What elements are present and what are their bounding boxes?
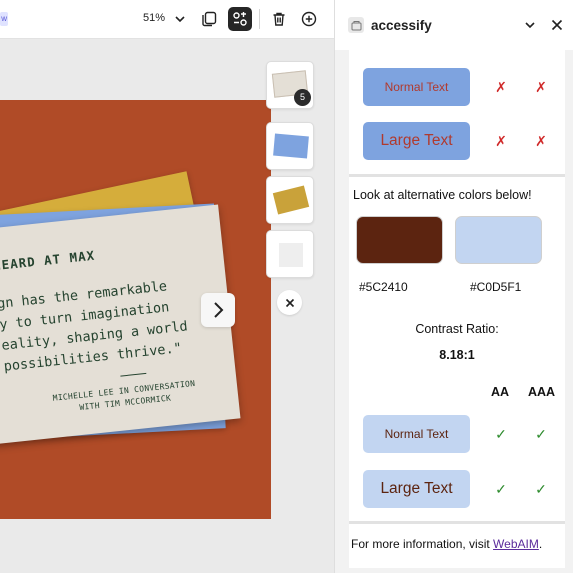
aaa-fail-mark: ✗ xyxy=(535,133,547,149)
page-thumbnail-blank[interactable] xyxy=(266,230,314,278)
app-chip[interactable]: w xyxy=(0,12,8,26)
aaa-pass-mark: ✓ xyxy=(535,481,547,497)
footer-text: For more information, visit xyxy=(351,537,494,551)
card-heading[interactable]: HEARD AT MAX xyxy=(0,248,96,274)
collapse-chevron-icon[interactable] xyxy=(523,18,537,32)
page-thumbnail-current[interactable]: 5 xyxy=(266,61,314,109)
section-divider xyxy=(349,174,565,177)
card-divider xyxy=(120,372,147,377)
aaa-pass-mark: ✓ xyxy=(535,426,547,442)
contrast-ratio-label: Contrast Ratio: xyxy=(415,322,499,336)
close-icon xyxy=(285,298,294,307)
current-normal-text-sample: Normal Text xyxy=(363,68,470,106)
swatch-hex-light: #C0D5F1 xyxy=(470,280,522,294)
page-count-badge: 5 xyxy=(294,89,311,106)
duplicate-page-icon[interactable] xyxy=(197,7,221,31)
aa-fail-mark: ✗ xyxy=(495,79,507,95)
accessify-panel: accessify Normal Text ✗ ✗ Large Text ✗ ✗… xyxy=(334,0,573,573)
card-attribution[interactable]: MICHELLE LEE IN CONVERSATION WITH TIM MC… xyxy=(19,374,230,420)
trash-icon[interactable] xyxy=(267,7,291,31)
webaim-link[interactable]: WebAIM xyxy=(493,537,539,551)
aa-pass-mark: ✓ xyxy=(495,426,507,442)
zoom-level[interactable]: 51% xyxy=(143,12,165,24)
panel-header: accessify xyxy=(335,0,573,50)
arrange-icon[interactable] xyxy=(228,7,252,31)
footer-info: For more information, visit WebAIM. xyxy=(351,537,542,551)
top-toolbar: w 51% xyxy=(0,0,334,39)
page-thumbnail-yellow[interactable] xyxy=(266,176,314,224)
toolbar-divider xyxy=(259,9,260,29)
alt-normal-text-sample: Normal Text xyxy=(363,415,470,453)
section-divider xyxy=(349,521,565,524)
color-swatch-dark[interactable] xyxy=(356,216,443,264)
panel-title: accessify xyxy=(371,18,432,33)
thumbnail-blank-preview xyxy=(279,243,303,267)
swatch-hex-dark: #5C2410 xyxy=(359,280,408,294)
aa-column-header: AA xyxy=(491,385,510,399)
contrast-ratio-value: 8.18:1 xyxy=(439,348,475,362)
page-thumbnail-blue[interactable] xyxy=(266,122,314,170)
aa-pass-mark: ✓ xyxy=(495,481,507,497)
aaa-column-header: AAA xyxy=(528,385,556,399)
thumbnail-blue-preview xyxy=(273,133,309,159)
close-thumbnails-button[interactable] xyxy=(277,290,302,315)
zoom-chevron-down-icon[interactable] xyxy=(173,10,187,28)
color-swatch-light[interactable] xyxy=(455,216,542,264)
aa-fail-mark: ✗ xyxy=(495,133,507,149)
next-page-button[interactable] xyxy=(201,293,235,327)
alt-large-text-sample: Large Text xyxy=(363,470,470,508)
app-window: w 51% HEARD AT MAX gn has the remarkable… xyxy=(0,0,573,573)
current-large-text-sample: Large Text xyxy=(363,122,470,160)
aaa-fail-mark: ✗ xyxy=(535,79,547,95)
footer-end: . xyxy=(538,537,543,551)
panel-content: Normal Text ✗ ✗ Large Text ✗ ✗ Look at a… xyxy=(349,50,565,568)
thumbnail-yellow-preview xyxy=(272,185,310,215)
add-page-icon[interactable] xyxy=(297,7,321,31)
extension-icon xyxy=(348,17,364,33)
chevron-right-icon xyxy=(214,302,224,318)
card-quote[interactable]: gn has the remarkable y to turn imaginat… xyxy=(0,272,219,378)
alternative-colors-label: Look at alternative colors below! xyxy=(353,188,532,202)
close-icon[interactable] xyxy=(550,18,564,32)
